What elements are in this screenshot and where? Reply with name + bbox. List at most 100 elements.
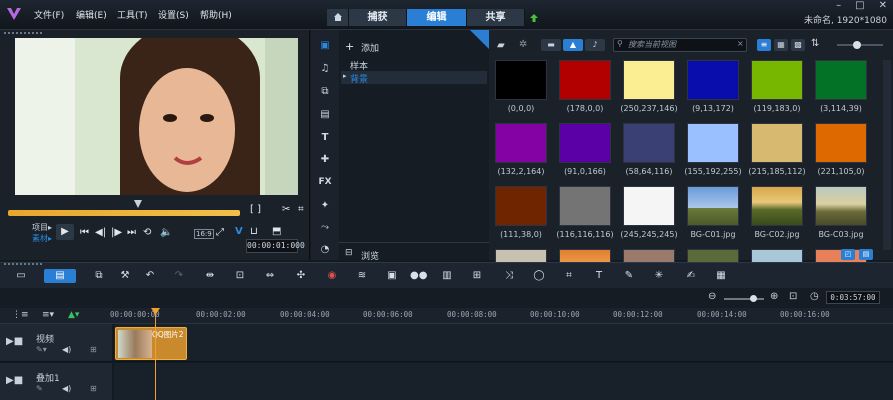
zoom-in-icon[interactable]: ⊕ [770, 291, 778, 302]
audio-wave-icon[interactable]: ≋ [355, 269, 369, 283]
template-icon[interactable]: ▤ [317, 109, 333, 123]
transition-icon[interactable]: ⧉ [317, 86, 333, 100]
redo-icon[interactable]: ↷ [172, 269, 186, 283]
mode-clip-label[interactable]: 素材▸ [32, 233, 52, 244]
track-header-video[interactable]: ▶■ 视频 ✎▾ ◀) ⊞ [0, 324, 112, 362]
menu-tools[interactable]: 工具(T) [117, 8, 148, 21]
browse-label[interactable]: 浏览 [361, 249, 379, 262]
menu-help[interactable]: 帮助(H) [200, 8, 232, 21]
subtitle-icon[interactable]: ▥ [440, 269, 454, 283]
ripple-edit-icon[interactable]: ✎▾ [36, 345, 47, 354]
library-item[interactable]: (132,2,164) [491, 123, 551, 176]
library-item[interactable]: (58,64,116) [619, 123, 679, 176]
library-item[interactable]: (0,0,0) [491, 60, 551, 113]
options-panel-icon[interactable]: ◰ [841, 249, 855, 260]
slider-knob[interactable] [853, 41, 861, 49]
chapter-icon[interactable]: ≡▾ [42, 310, 54, 320]
library-item[interactable]: (111,38,0) [491, 186, 551, 239]
maximize-icon[interactable]: □ [855, 0, 864, 11]
library-item[interactable]: (221,105,0) [811, 123, 871, 176]
add-marker-icon[interactable]: ▲▾ [68, 310, 79, 320]
library-item[interactable]: (178,0,0) [555, 60, 615, 113]
library-item[interactable]: (91,0,166) [555, 123, 615, 176]
add-plus-icon[interactable]: + [345, 40, 354, 53]
zoom-out-icon[interactable]: ⊖ [708, 291, 716, 302]
list-view-icon[interactable]: ≡ [757, 39, 771, 51]
library-item[interactable]: (9,13,172) [683, 60, 743, 113]
scrubber-head-icon[interactable] [134, 200, 142, 208]
adjust-icon[interactable]: ✍ [684, 269, 698, 283]
play-button[interactable]: ▶ [56, 224, 74, 240]
import-folder-icon[interactable]: ▰ [497, 40, 505, 51]
scrub-bar[interactable] [8, 210, 240, 216]
timeline-view-icon[interactable]: ▤ [44, 269, 76, 283]
fit-project-icon[interactable]: ⊡ [789, 291, 797, 302]
multi-cam-icon[interactable]: ⊞ [470, 269, 484, 283]
prev-frame-icon[interactable]: ◀| [95, 227, 106, 238]
tree-item-background[interactable]: ▸ 背景 [341, 71, 487, 85]
sort-icon[interactable]: ⇅ [811, 38, 819, 49]
tools-icon[interactable]: ⚒ [118, 269, 132, 283]
library-item[interactable]: (119,183,0) [747, 60, 807, 113]
timecode-display[interactable]: 00:00:01:000 [246, 239, 305, 253]
magic-wand-icon[interactable]: ✦ [317, 200, 333, 214]
grid-view-icon[interactable]: ▦ [774, 39, 788, 51]
track-header-overlay[interactable]: ▶■ 叠加1 ✎ ◀) ⊞ [0, 363, 112, 400]
move-icon[interactable]: ✣ [294, 269, 308, 283]
library-item[interactable]: (3,114,39) [811, 60, 871, 113]
thumbnail-view-icon[interactable]: ▩ [791, 39, 805, 51]
edit-icon[interactable]: ✎ [622, 269, 636, 283]
copy-icon[interactable]: ⧉ [92, 269, 106, 283]
mute-speaker-icon[interactable]: ◀) [62, 384, 71, 393]
upload-arrow-icon[interactable] [525, 9, 543, 26]
library-item[interactable]: (116,116,116) [555, 186, 615, 239]
title-T-icon[interactable]: T [317, 132, 333, 146]
tree-item-sample[interactable]: 样本 [341, 58, 487, 72]
storyboard-view-icon[interactable]: ▭ [14, 269, 28, 283]
settings-gear-icon[interactable]: ✲ [519, 39, 527, 50]
filter-audio-icon[interactable]: ♪ [585, 39, 605, 51]
library-item[interactable]: (215,185,112) [747, 123, 807, 176]
home-icon[interactable] [327, 9, 349, 26]
enlarge-track-icon[interactable]: ⊡ [233, 269, 247, 283]
thumb-size-slider[interactable] [837, 41, 883, 49]
move-horizontal-icon[interactable]: ⇔ [263, 269, 277, 283]
speed-gauge-icon[interactable]: ◔ [317, 244, 333, 258]
zoom-slider[interactable] [724, 295, 764, 302]
volume-icon[interactable]: 🔈 [160, 227, 172, 238]
crop-icon[interactable]: ⌗ [298, 204, 304, 215]
filter-photo-icon[interactable]: ▲ [563, 39, 583, 51]
trim-icon[interactable]: [ ] [250, 204, 261, 215]
undo-icon[interactable]: ↶ [143, 269, 157, 283]
menu-file[interactable]: 文件(F) [34, 8, 64, 21]
close-icon[interactable]: ✕ [879, 0, 887, 11]
pan-zoom-icon[interactable]: ⤨ [502, 269, 516, 283]
library-item[interactable]: (155,192,255) [683, 123, 743, 176]
timeline-ruler[interactable]: ⋮≡ ≡▾ ▲▾ 00:00:00:00 00:00:02:00 00:00:0… [0, 308, 893, 324]
playhead[interactable] [155, 308, 156, 400]
search-input[interactable]: 搜索当前视图 [613, 38, 747, 52]
tab-capture[interactable]: 捕获 [349, 9, 407, 26]
tab-share[interactable]: 共享 [467, 9, 525, 26]
library-item[interactable]: BG-C03.jpg [811, 186, 871, 239]
track-visibility-icon[interactable]: ⊞ [90, 384, 97, 393]
panel-grip[interactable] [4, 32, 42, 35]
track-lane-video[interactable]: QQ图片2 [114, 324, 893, 362]
crop-frame-icon[interactable]: ⌗ [562, 269, 576, 283]
next-frame-icon[interactable]: |▶ [111, 227, 122, 238]
library-scrollbar[interactable] [883, 60, 891, 250]
library-item[interactable]: (250,237,146) [619, 60, 679, 113]
track-lane-overlay[interactable] [114, 363, 893, 400]
mute-speaker-icon[interactable]: ◀) [62, 345, 71, 354]
smartrender-icon[interactable]: V [235, 226, 243, 237]
panel-grip[interactable] [4, 263, 42, 266]
gif-icon[interactable]: ▦ [714, 269, 728, 283]
minimize-icon[interactable]: – [836, 0, 841, 11]
repeat-icon[interactable]: ⟲ [143, 227, 151, 238]
zoom-slider-knob[interactable] [750, 295, 757, 302]
clear-search-icon[interactable]: × [737, 39, 744, 48]
track-manager-icon[interactable]: ⋮≡ [12, 310, 29, 320]
go-end-icon[interactable]: ⏭ [127, 227, 136, 238]
go-start-icon[interactable]: ⏮ [80, 227, 89, 238]
mode-project-label[interactable]: 项目▸ [32, 222, 52, 233]
